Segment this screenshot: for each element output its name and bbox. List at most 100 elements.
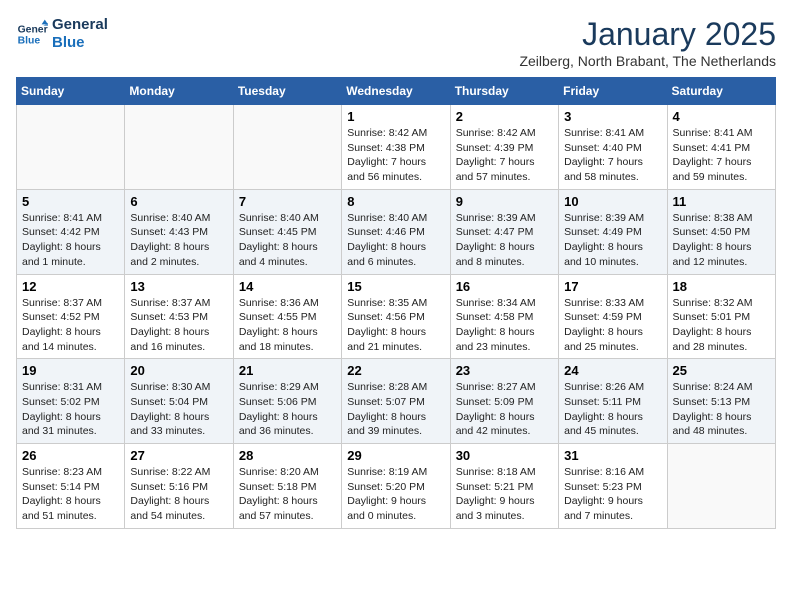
calendar-header: SundayMondayTuesdayWednesdayThursdayFrid…	[17, 78, 776, 105]
day-number: 19	[22, 363, 119, 378]
day-number: 25	[673, 363, 770, 378]
calendar-subtitle: Zeilberg, North Brabant, The Netherlands	[519, 53, 776, 69]
day-info: Sunrise: 8:37 AM Sunset: 4:52 PM Dayligh…	[22, 296, 119, 355]
day-info: Sunrise: 8:24 AM Sunset: 5:13 PM Dayligh…	[673, 380, 770, 439]
day-cell: 29 Sunrise: 8:19 AM Sunset: 5:20 PM Dayli…	[342, 444, 450, 529]
svg-text:Blue: Blue	[18, 36, 41, 47]
day-number: 2	[456, 109, 553, 124]
day-info: Sunrise: 8:41 AM Sunset: 4:42 PM Dayligh…	[22, 211, 119, 270]
day-info: Sunrise: 8:16 AM Sunset: 5:23 PM Dayligh…	[564, 465, 661, 524]
day-cell: 23Sunrise: 8:27 AM Sunset: 5:09 PM Dayli…	[450, 359, 558, 444]
logo: General Blue General Blue	[16, 16, 108, 52]
day-cell: 20 Sunrise: 8:30 AM Sunset: 5:04 PM Dayli…	[125, 359, 233, 444]
week-row-3: 12 Sunrise: 8:37 AM Sunset: 4:52 PM Dayli…	[17, 274, 776, 359]
svg-text:General: General	[18, 24, 48, 35]
calendar-title: January 2025	[519, 16, 776, 53]
day-cell: 8 Sunrise: 8:40 AM Sunset: 4:46 PM Daylig…	[342, 189, 450, 274]
day-info: Sunrise: 8:20 AM Sunset: 5:18 PM Dayligh…	[239, 465, 336, 524]
day-info: Sunrise: 8:19 AM Sunset: 5:20 PM Dayligh…	[347, 465, 444, 524]
day-info: Sunrise: 8:41 AM Sunset: 4:41 PM Dayligh…	[673, 126, 770, 185]
day-number: 16	[456, 279, 553, 294]
day-cell: 31Sunrise: 8:16 AM Sunset: 5:23 PM Dayli…	[559, 444, 667, 529]
day-number: 27	[130, 448, 227, 463]
day-cell: 17 Sunrise: 8:33 AM Sunset: 4:59 PM Dayli…	[559, 274, 667, 359]
day-cell: 24 Sunrise: 8:26 AM Sunset: 5:11 PM Dayli…	[559, 359, 667, 444]
day-number: 4	[673, 109, 770, 124]
day-number: 9	[456, 194, 553, 209]
day-number: 3	[564, 109, 661, 124]
day-cell	[667, 444, 775, 529]
day-number: 6	[130, 194, 227, 209]
day-cell	[17, 105, 125, 190]
day-info: Sunrise: 8:39 AM Sunset: 4:47 PM Dayligh…	[456, 211, 553, 270]
week-row-4: 19 Sunrise: 8:31 AM Sunset: 5:02 PM Dayli…	[17, 359, 776, 444]
day-cell: 1 Sunrise: 8:42 AM Sunset: 4:38 PM Daylig…	[342, 105, 450, 190]
day-cell: 19 Sunrise: 8:31 AM Sunset: 5:02 PM Dayli…	[17, 359, 125, 444]
day-cell: 11 Sunrise: 8:38 AM Sunset: 4:50 PM Dayli…	[667, 189, 775, 274]
day-cell: 3 Sunrise: 8:41 AM Sunset: 4:40 PM Daylig…	[559, 105, 667, 190]
day-number: 8	[347, 194, 444, 209]
day-cell: 30Sunrise: 8:18 AM Sunset: 5:21 PM Dayli…	[450, 444, 558, 529]
calendar-table: SundayMondayTuesdayWednesdayThursdayFrid…	[16, 77, 776, 529]
day-number: 10	[564, 194, 661, 209]
day-info: Sunrise: 8:42 AM Sunset: 4:38 PM Dayligh…	[347, 126, 444, 185]
day-info: Sunrise: 8:41 AM Sunset: 4:40 PM Dayligh…	[564, 126, 661, 185]
day-info: Sunrise: 8:37 AM Sunset: 4:53 PM Dayligh…	[130, 296, 227, 355]
day-number: 18	[673, 279, 770, 294]
day-number: 1	[347, 109, 444, 124]
header-cell-monday: Monday	[125, 78, 233, 105]
day-info: Sunrise: 8:40 AM Sunset: 4:45 PM Dayligh…	[239, 211, 336, 270]
day-info: Sunrise: 8:35 AM Sunset: 4:56 PM Dayligh…	[347, 296, 444, 355]
day-info: Sunrise: 8:23 AM Sunset: 5:14 PM Dayligh…	[22, 465, 119, 524]
week-row-1: 1 Sunrise: 8:42 AM Sunset: 4:38 PM Daylig…	[17, 105, 776, 190]
day-info: Sunrise: 8:18 AM Sunset: 5:21 PM Dayligh…	[456, 465, 553, 524]
day-number: 5	[22, 194, 119, 209]
day-cell: 13 Sunrise: 8:37 AM Sunset: 4:53 PM Dayli…	[125, 274, 233, 359]
day-info: Sunrise: 8:39 AM Sunset: 4:49 PM Dayligh…	[564, 211, 661, 270]
day-number: 29	[347, 448, 444, 463]
week-row-5: 26Sunrise: 8:23 AM Sunset: 5:14 PM Dayli…	[17, 444, 776, 529]
logo-general-text: General	[52, 16, 108, 34]
day-info: Sunrise: 8:30 AM Sunset: 5:04 PM Dayligh…	[130, 380, 227, 439]
day-info: Sunrise: 8:31 AM Sunset: 5:02 PM Dayligh…	[22, 380, 119, 439]
day-info: Sunrise: 8:42 AM Sunset: 4:39 PM Dayligh…	[456, 126, 553, 185]
header: General Blue General Blue January 2025 Z…	[16, 16, 776, 69]
logo-blue-text: Blue	[52, 34, 108, 52]
day-number: 12	[22, 279, 119, 294]
day-number: 17	[564, 279, 661, 294]
day-cell: 28Sunrise: 8:20 AM Sunset: 5:18 PM Dayli…	[233, 444, 341, 529]
day-number: 24	[564, 363, 661, 378]
day-info: Sunrise: 8:27 AM Sunset: 5:09 PM Dayligh…	[456, 380, 553, 439]
day-cell: 18Sunrise: 8:32 AM Sunset: 5:01 PM Dayli…	[667, 274, 775, 359]
day-cell: 21Sunrise: 8:29 AM Sunset: 5:06 PM Dayli…	[233, 359, 341, 444]
day-number: 11	[673, 194, 770, 209]
header-cell-saturday: Saturday	[667, 78, 775, 105]
day-info: Sunrise: 8:40 AM Sunset: 4:46 PM Dayligh…	[347, 211, 444, 270]
day-cell: 22Sunrise: 8:28 AM Sunset: 5:07 PM Dayli…	[342, 359, 450, 444]
day-info: Sunrise: 8:28 AM Sunset: 5:07 PM Dayligh…	[347, 380, 444, 439]
header-cell-wednesday: Wednesday	[342, 78, 450, 105]
day-cell: 6 Sunrise: 8:40 AM Sunset: 4:43 PM Daylig…	[125, 189, 233, 274]
day-cell	[125, 105, 233, 190]
header-row: SundayMondayTuesdayWednesdayThursdayFrid…	[17, 78, 776, 105]
day-number: 7	[239, 194, 336, 209]
day-number: 14	[239, 279, 336, 294]
day-cell: 27 Sunrise: 8:22 AM Sunset: 5:16 PM Dayli…	[125, 444, 233, 529]
day-cell: 14Sunrise: 8:36 AM Sunset: 4:55 PM Dayli…	[233, 274, 341, 359]
day-cell	[233, 105, 341, 190]
day-number: 13	[130, 279, 227, 294]
week-row-2: 5 Sunrise: 8:41 AM Sunset: 4:42 PM Daylig…	[17, 189, 776, 274]
header-cell-tuesday: Tuesday	[233, 78, 341, 105]
day-info: Sunrise: 8:38 AM Sunset: 4:50 PM Dayligh…	[673, 211, 770, 270]
day-info: Sunrise: 8:33 AM Sunset: 4:59 PM Dayligh…	[564, 296, 661, 355]
day-info: Sunrise: 8:26 AM Sunset: 5:11 PM Dayligh…	[564, 380, 661, 439]
day-number: 15	[347, 279, 444, 294]
day-info: Sunrise: 8:22 AM Sunset: 5:16 PM Dayligh…	[130, 465, 227, 524]
logo-icon: General Blue	[16, 18, 48, 50]
title-area: January 2025 Zeilberg, North Brabant, Th…	[519, 16, 776, 69]
day-cell: 9 Sunrise: 8:39 AM Sunset: 4:47 PM Daylig…	[450, 189, 558, 274]
day-cell: 7 Sunrise: 8:40 AM Sunset: 4:45 PM Daylig…	[233, 189, 341, 274]
day-number: 20	[130, 363, 227, 378]
header-cell-thursday: Thursday	[450, 78, 558, 105]
day-info: Sunrise: 8:40 AM Sunset: 4:43 PM Dayligh…	[130, 211, 227, 270]
